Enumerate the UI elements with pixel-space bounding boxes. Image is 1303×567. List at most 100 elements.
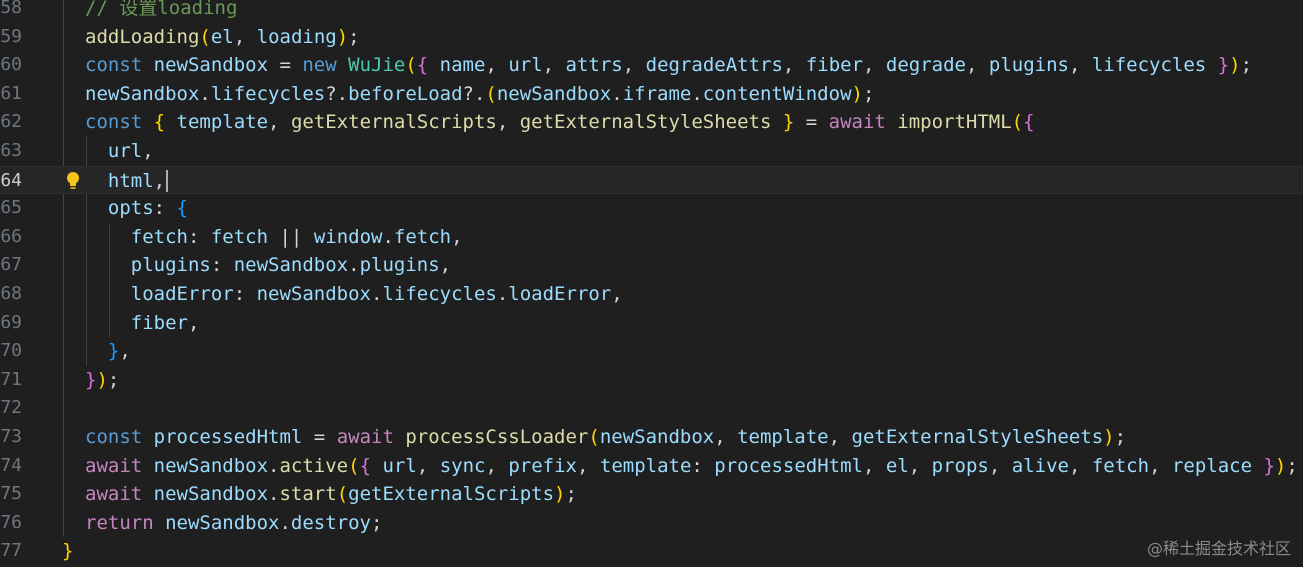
code-line[interactable]: 58 // 设置loading xyxy=(0,0,1303,23)
code-token: lifecycles xyxy=(382,283,497,305)
code-token: ) xyxy=(554,483,566,506)
code-token: await xyxy=(336,426,406,448)
code-token: importHTML xyxy=(897,111,1012,134)
code-token: , xyxy=(965,54,989,77)
code-token: ( xyxy=(199,25,211,48)
code-token: fetch xyxy=(393,225,452,248)
line-number: 63 xyxy=(0,140,22,161)
code-token: lifecycles xyxy=(210,82,326,105)
line-number: 62 xyxy=(0,111,22,133)
code-token: ( xyxy=(405,54,417,77)
code-line[interactable]: 66 fetch: fetch || window.fetch, xyxy=(0,223,1303,252)
code-token: ; xyxy=(1240,54,1253,77)
code-token: ) xyxy=(1103,426,1115,448)
code-text: newSandbox.lifecycles?.beforeLoad?.(newS… xyxy=(85,80,874,109)
code-text: fiber, xyxy=(85,309,200,338)
code-token: fiber xyxy=(805,54,864,77)
code-token: . xyxy=(199,82,211,105)
code-token: degradeAttrs xyxy=(645,54,783,77)
code-line[interactable]: 70 }, xyxy=(0,337,1303,366)
code-token: ( xyxy=(1011,111,1024,134)
code-token: , xyxy=(485,454,509,477)
line-number: 59 xyxy=(0,25,22,47)
code-token: newSandbox xyxy=(153,454,269,477)
code-token: newSandbox xyxy=(233,254,349,277)
code-token: getExternalStyleSheets xyxy=(851,426,1104,448)
code-token: getExternalStyleSheets xyxy=(519,111,783,134)
code-token: , xyxy=(485,54,509,77)
line-number: 58 xyxy=(0,0,22,18)
code-token: . xyxy=(382,225,394,248)
code-editor[interactable]: 58 // 设置loading 59 addLoading(el, loading);… xyxy=(0,0,1303,567)
code-token: template xyxy=(599,454,692,477)
code-token: fetch xyxy=(1091,454,1150,477)
code-token: url xyxy=(508,54,543,77)
code-line[interactable]: 68 loadError: newSandbox.lifecycles.load… xyxy=(0,280,1303,309)
code-token: , xyxy=(863,454,886,477)
code-line[interactable]: 65 opts: { xyxy=(0,194,1303,223)
code-token: fetch xyxy=(210,225,269,248)
code-token: , xyxy=(714,426,738,448)
code-token: fetch xyxy=(85,225,188,248)
code-text: loadError: newSandbox.lifecycles.loadErr… xyxy=(85,280,623,309)
code-line[interactable]: 60 const newSandbox = new WuJie({ name, u… xyxy=(0,51,1303,80)
code-line[interactable]: 73 const processedHtml = await processCss… xyxy=(0,423,1303,452)
code-token: { xyxy=(176,197,188,220)
lightbulb-icon[interactable] xyxy=(66,171,80,191)
code-token: : xyxy=(210,254,234,277)
code-text: addLoading(el, loading); xyxy=(85,23,360,52)
code-token: } xyxy=(1263,454,1275,477)
code-token: } xyxy=(85,368,97,391)
code-token: . xyxy=(348,254,360,277)
line-number: 74 xyxy=(0,454,22,476)
line-number: 69 xyxy=(0,311,22,333)
code-token: , xyxy=(268,111,291,134)
code-token: ) xyxy=(336,25,349,48)
code-token: addLoading xyxy=(85,25,200,48)
code-line[interactable]: 71}); xyxy=(0,366,1303,395)
code-token: , xyxy=(863,54,886,77)
code-token: fiber xyxy=(85,311,188,334)
code-line[interactable]: 61 newSandbox.lifecycles?.beforeLoad?.(ne… xyxy=(0,80,1303,109)
code-line[interactable]: 59 addLoading(el, loading); xyxy=(0,23,1303,52)
line-number: 70 xyxy=(0,340,22,362)
code-token: = xyxy=(302,426,337,448)
code-text: }); xyxy=(85,366,119,395)
code-token: prefix xyxy=(508,454,577,477)
code-line[interactable]: 62 const { template, getExternalScripts, … xyxy=(0,108,1303,137)
code-line[interactable]: 63 url, xyxy=(0,137,1303,166)
code-token: ; xyxy=(107,368,120,391)
code-token: , xyxy=(542,54,566,77)
code-token: await xyxy=(85,454,154,477)
code-line[interactable]: 74 await newSandbox.active({ url, sync, p… xyxy=(0,452,1303,481)
code-token: , xyxy=(622,54,646,77)
code-token: . xyxy=(268,483,280,506)
code-token: beforeLoad xyxy=(348,82,463,105)
code-token: = xyxy=(794,111,829,134)
code-token: plugins xyxy=(359,254,440,277)
code-token: url xyxy=(85,140,143,162)
code-text: // 设置loading xyxy=(85,0,237,23)
code-token: return xyxy=(85,511,166,534)
code-token: , xyxy=(782,54,806,77)
code-line[interactable]: 67 plugins: newSandbox.plugins, xyxy=(0,251,1303,280)
code-token: . xyxy=(371,283,383,305)
code-line[interactable]: 75 await newSandbox.start(getExternalScri… xyxy=(0,480,1303,509)
code-token: newSandbox xyxy=(153,54,269,77)
line-number: 61 xyxy=(0,82,22,104)
code-line[interactable]: 69 fiber, xyxy=(0,309,1303,338)
code-text: plugins: newSandbox.plugins, xyxy=(85,251,451,280)
code-token: ( xyxy=(348,454,360,477)
code-token: = xyxy=(268,54,303,77)
code-token: contentWindow xyxy=(702,82,852,105)
code-text: const processedHtml = await processCssLo… xyxy=(85,423,1126,452)
code-line[interactable]: 76 return newSandbox.destroy; xyxy=(0,509,1303,538)
code-token: ) xyxy=(96,368,108,391)
code-line[interactable]: 72 xyxy=(0,394,1303,423)
line-number: 60 xyxy=(0,54,22,76)
code-token: sync xyxy=(439,454,486,477)
code-line[interactable]: 77} xyxy=(0,537,1303,566)
code-token: : xyxy=(233,283,257,305)
code-line[interactable]: 64 html, xyxy=(0,165,1303,195)
code-text: await newSandbox.active({ url, sync, pre… xyxy=(85,452,1298,481)
